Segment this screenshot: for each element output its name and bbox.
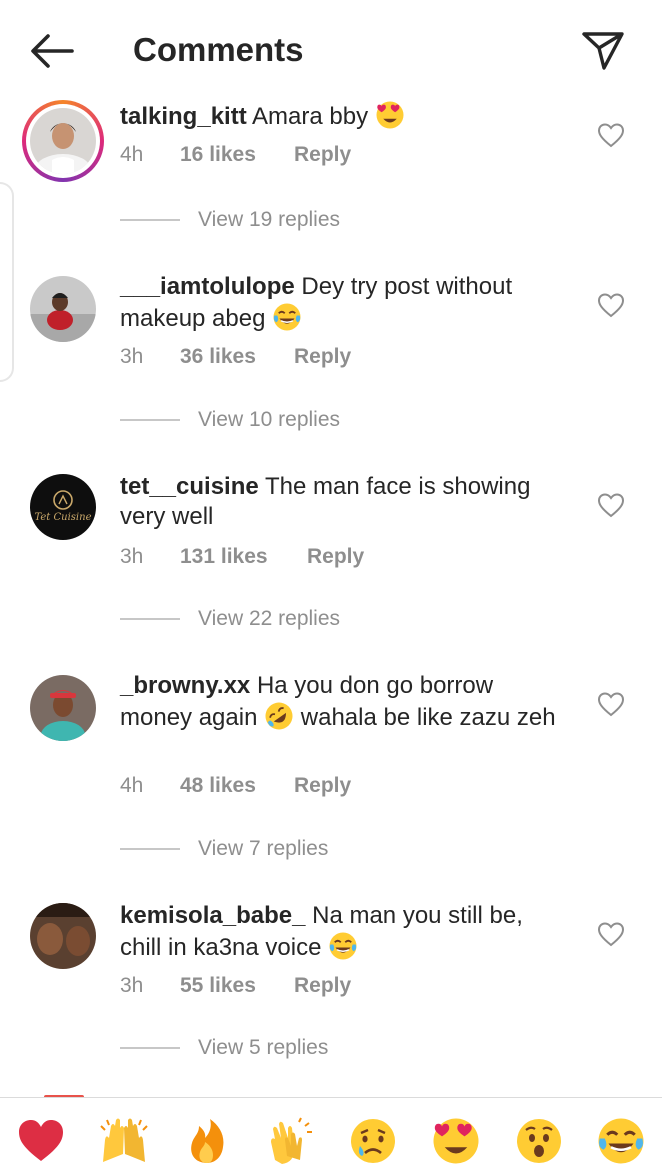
reply-button[interactable]: Reply xyxy=(307,542,364,572)
red-heart-icon[interactable] xyxy=(16,1116,66,1166)
reply-button[interactable]: Reply xyxy=(294,342,351,372)
comment-username[interactable]: _browny.xx xyxy=(120,672,250,699)
comment-username[interactable]: tet__cuisine xyxy=(120,473,259,500)
reply-button[interactable]: Reply xyxy=(294,971,351,1001)
likes-count[interactable]: 16 likes xyxy=(180,140,256,170)
comment-time: 4h xyxy=(120,143,144,166)
like-heart-icon[interactable] xyxy=(597,292,625,318)
comment-text: ___iamtolulope Dey try post without make… xyxy=(120,272,560,334)
likes-count[interactable]: 48 likes xyxy=(180,771,256,801)
quick-reactions-bar xyxy=(0,1097,662,1170)
comment-time: 3h xyxy=(120,974,144,997)
top-bar: Comments xyxy=(0,0,662,100)
comment-username[interactable]: ___iamtolulope xyxy=(120,273,295,300)
replies-divider xyxy=(120,419,180,421)
comment-username[interactable]: kemisola_babe_ xyxy=(120,902,305,929)
rolling-laughing-emoji-icon xyxy=(264,701,294,731)
heart-eyes-emoji-icon xyxy=(375,100,405,130)
likes-count[interactable]: 55 likes xyxy=(180,971,256,1001)
comment-item: _browny.xx Ha you don go borrow money ag… xyxy=(0,671,662,871)
view-replies-link[interactable]: View 19 replies xyxy=(120,205,520,235)
tears-of-joy-icon[interactable] xyxy=(596,1116,646,1166)
comment-body: Amara bby xyxy=(252,103,369,130)
comment-text: tet__cuisine The man face is showing ver… xyxy=(120,472,560,532)
view-replies-link[interactable]: View 5 replies xyxy=(120,1033,520,1063)
like-heart-icon[interactable] xyxy=(597,691,625,717)
direct-message-send-icon[interactable] xyxy=(580,28,626,72)
avatar[interactable] xyxy=(30,903,96,969)
crying-face-icon[interactable] xyxy=(348,1116,398,1166)
clapping-hands-icon[interactable] xyxy=(265,1116,315,1166)
comment-body-continued: wahala be like zazu zeh xyxy=(300,704,556,731)
replies-divider xyxy=(120,618,180,620)
reply-button[interactable]: Reply xyxy=(294,140,351,170)
comment-time: 4h xyxy=(120,774,144,797)
comment-item: ___iamtolulope Dey try post without make… xyxy=(0,272,662,442)
likes-count[interactable]: 131 likes xyxy=(180,542,268,572)
replies-divider xyxy=(120,1047,180,1049)
like-heart-icon[interactable] xyxy=(597,122,625,148)
tears-of-joy-emoji-icon xyxy=(272,302,302,332)
comment-username[interactable]: talking_kitt xyxy=(120,103,247,130)
comment-time: 3h xyxy=(120,345,144,368)
comment-item: Tet Cuisine tet__cuisine The man face is… xyxy=(0,472,662,642)
back-arrow-icon[interactable] xyxy=(28,30,76,72)
view-replies-link[interactable]: View 10 replies xyxy=(120,405,520,435)
heart-eyes-icon[interactable] xyxy=(431,1116,481,1166)
view-replies-link[interactable]: View 22 replies xyxy=(120,604,520,634)
page-title: Comments xyxy=(133,31,304,68)
replies-divider xyxy=(120,848,180,850)
comment-text: kemisola_babe_ Na man you still be, chil… xyxy=(120,901,560,963)
like-heart-icon[interactable] xyxy=(597,492,625,518)
brand-logo-text: Tet Cuisine xyxy=(35,512,92,523)
tears-of-joy-emoji-icon xyxy=(328,931,358,961)
avatar xyxy=(30,108,96,174)
comment-item: talking_kitt Amara bby 4h 16 likes Reply… xyxy=(0,96,662,246)
avatar[interactable] xyxy=(30,675,96,741)
avatar-story-ring[interactable] xyxy=(22,100,104,182)
fire-icon[interactable] xyxy=(182,1116,232,1166)
replies-divider xyxy=(120,219,180,221)
comment-time: 3h xyxy=(120,545,144,568)
surprised-face-icon[interactable] xyxy=(514,1116,564,1166)
view-replies-link[interactable]: View 7 replies xyxy=(120,834,520,864)
likes-count[interactable]: 36 likes xyxy=(180,342,256,372)
comment-text: _browny.xx Ha you don go borrow money ag… xyxy=(120,671,560,733)
avatar[interactable] xyxy=(30,276,96,342)
comment-text: talking_kitt Amara bby xyxy=(120,100,560,132)
comment-item: kemisola_babe_ Na man you still be, chil… xyxy=(0,901,662,1071)
like-heart-icon[interactable] xyxy=(597,921,625,947)
avatar[interactable]: Tet Cuisine xyxy=(30,474,96,540)
reply-button[interactable]: Reply xyxy=(294,771,351,801)
raising-hands-icon[interactable] xyxy=(99,1116,149,1166)
